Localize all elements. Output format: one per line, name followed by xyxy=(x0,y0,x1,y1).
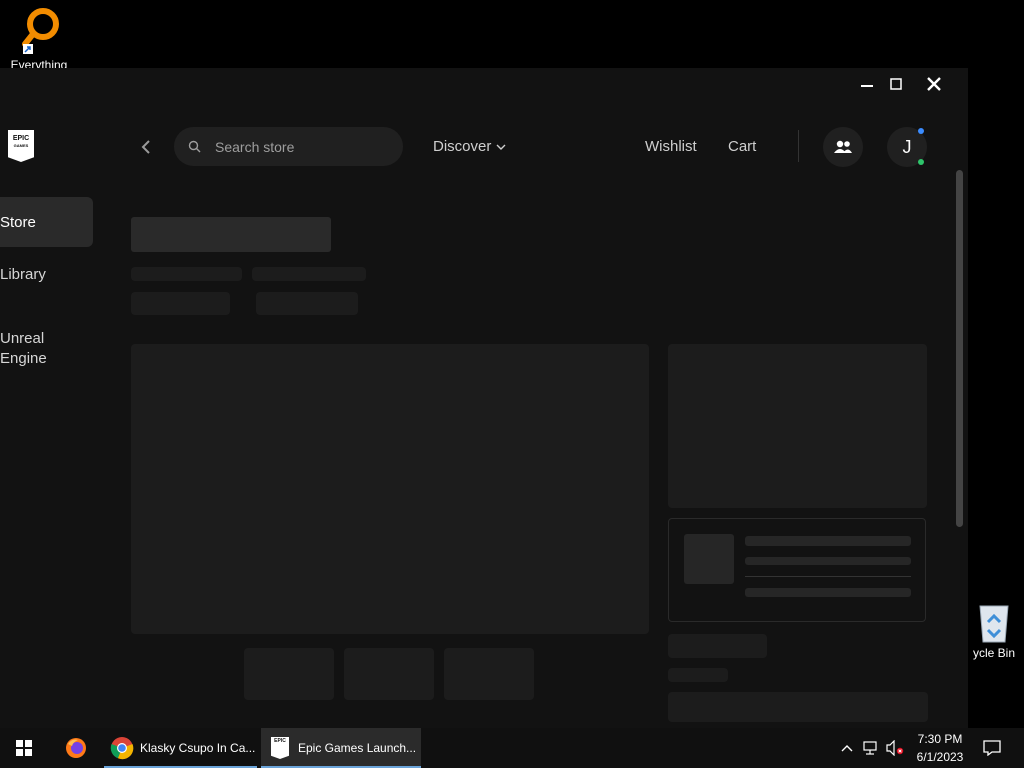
wishlist-link[interactable]: Wishlist xyxy=(645,138,697,155)
close-icon xyxy=(927,77,941,91)
skeleton-dot xyxy=(244,648,334,700)
maximize-button[interactable] xyxy=(877,68,915,100)
skeleton-dot xyxy=(344,648,434,700)
skeleton-side-line xyxy=(668,668,728,682)
clock-date: 6/1/2023 xyxy=(916,750,964,764)
show-hidden-icons-button[interactable] xyxy=(838,728,856,768)
discover-label: Discover xyxy=(433,138,492,155)
search-input[interactable] xyxy=(213,137,387,156)
nav-divider xyxy=(798,130,799,162)
chrome-icon xyxy=(110,737,134,760)
taskbar-task-epic-games[interactable]: EPIC Epic Games Launch... xyxy=(261,728,421,768)
skeleton-side-line xyxy=(668,692,928,722)
everything-icon xyxy=(22,8,59,54)
epic-taskbar-icon-text: EPIC xyxy=(274,738,286,744)
epic-games-taskbar-icon: EPIC xyxy=(271,737,289,759)
discover-dropdown[interactable]: Discover xyxy=(433,138,507,155)
sidebar-item-library[interactable]: Library xyxy=(0,266,46,283)
chevron-left-icon xyxy=(141,140,150,154)
desktop-icon-recycle-bin[interactable]: ycle Bin xyxy=(964,600,1024,660)
skeleton-side-image xyxy=(668,344,927,508)
sidebar-item-store[interactable]: Store xyxy=(0,197,93,247)
recycle-bin-icon xyxy=(979,605,1009,643)
search-bar[interactable] xyxy=(174,127,403,166)
taskbar: Klasky Csupo In Ca... EPIC Epic Games La… xyxy=(0,728,1024,768)
logo-text-bottom: GAMES xyxy=(13,143,29,148)
network-icon xyxy=(863,741,877,755)
skeleton-hero-banner xyxy=(131,344,649,634)
epic-games-logo[interactable]: EPIC GAMES xyxy=(8,130,34,162)
taskbar-task-chrome[interactable]: Klasky Csupo In Ca... xyxy=(104,728,257,768)
cart-link[interactable]: Cart xyxy=(728,138,756,155)
network-tray-button[interactable] xyxy=(860,728,882,768)
taskbar-firefox[interactable] xyxy=(56,728,96,768)
close-button[interactable] xyxy=(915,68,953,100)
taskbar-clock[interactable]: 7:30 PM 6/1/2023 xyxy=(910,730,970,766)
clock-time: 7:30 PM xyxy=(917,732,963,746)
skeleton-tab xyxy=(131,292,230,315)
skeleton-line xyxy=(745,557,911,565)
online-status-dot xyxy=(918,159,924,165)
skeleton-tab xyxy=(256,292,358,315)
chevron-up-icon xyxy=(841,745,853,752)
minimize-icon xyxy=(861,85,873,87)
chevron-down-icon xyxy=(496,144,506,150)
volume-tray-button[interactable] xyxy=(884,728,906,768)
skeleton-tab xyxy=(252,267,366,281)
search-icon xyxy=(188,140,201,153)
volume-muted-icon xyxy=(886,740,904,756)
sidebar-item-unreal-engine[interactable]: Unreal Engine xyxy=(0,309,47,369)
sidebar-item-label: Library xyxy=(0,266,46,283)
taskbar-task-label: Epic Games Launch... xyxy=(298,741,417,755)
profile-initial: J xyxy=(902,136,912,157)
sidebar-item-label: Store xyxy=(0,213,36,231)
skeleton-tab xyxy=(131,267,242,281)
taskbar-task-label: Klasky Csupo In Ca... xyxy=(140,741,256,755)
windows-icon xyxy=(16,740,32,756)
skeleton-dot xyxy=(444,648,534,700)
skeleton-side-line xyxy=(668,634,767,658)
friends-icon xyxy=(834,140,852,153)
friends-button[interactable] xyxy=(823,127,863,167)
skeleton-line xyxy=(745,588,911,597)
notification-dot xyxy=(918,128,924,134)
start-button[interactable] xyxy=(0,728,48,768)
skeleton-line xyxy=(745,536,911,546)
skeleton-rule xyxy=(745,576,911,577)
sidebar-item-label: Unreal Engine xyxy=(0,330,47,367)
notification-center-button[interactable] xyxy=(980,728,1004,768)
skeleton-title xyxy=(131,217,331,252)
scrollbar-thumb[interactable] xyxy=(956,170,963,527)
desktop-icon-everything[interactable]: Everything xyxy=(6,6,72,72)
firefox-icon xyxy=(66,738,86,758)
logo-text-top: EPIC xyxy=(12,135,30,142)
notification-icon xyxy=(983,740,1001,756)
title-bar[interactable] xyxy=(0,68,968,100)
skeleton-side-card xyxy=(668,518,926,622)
maximize-icon xyxy=(890,78,902,90)
desktop-icon-label: ycle Bin xyxy=(972,646,1016,660)
skeleton-thumb xyxy=(684,534,734,584)
epic-games-launcher-window: EPIC GAMES Store Library Unreal Engine D… xyxy=(0,68,968,728)
back-button[interactable] xyxy=(138,138,156,156)
